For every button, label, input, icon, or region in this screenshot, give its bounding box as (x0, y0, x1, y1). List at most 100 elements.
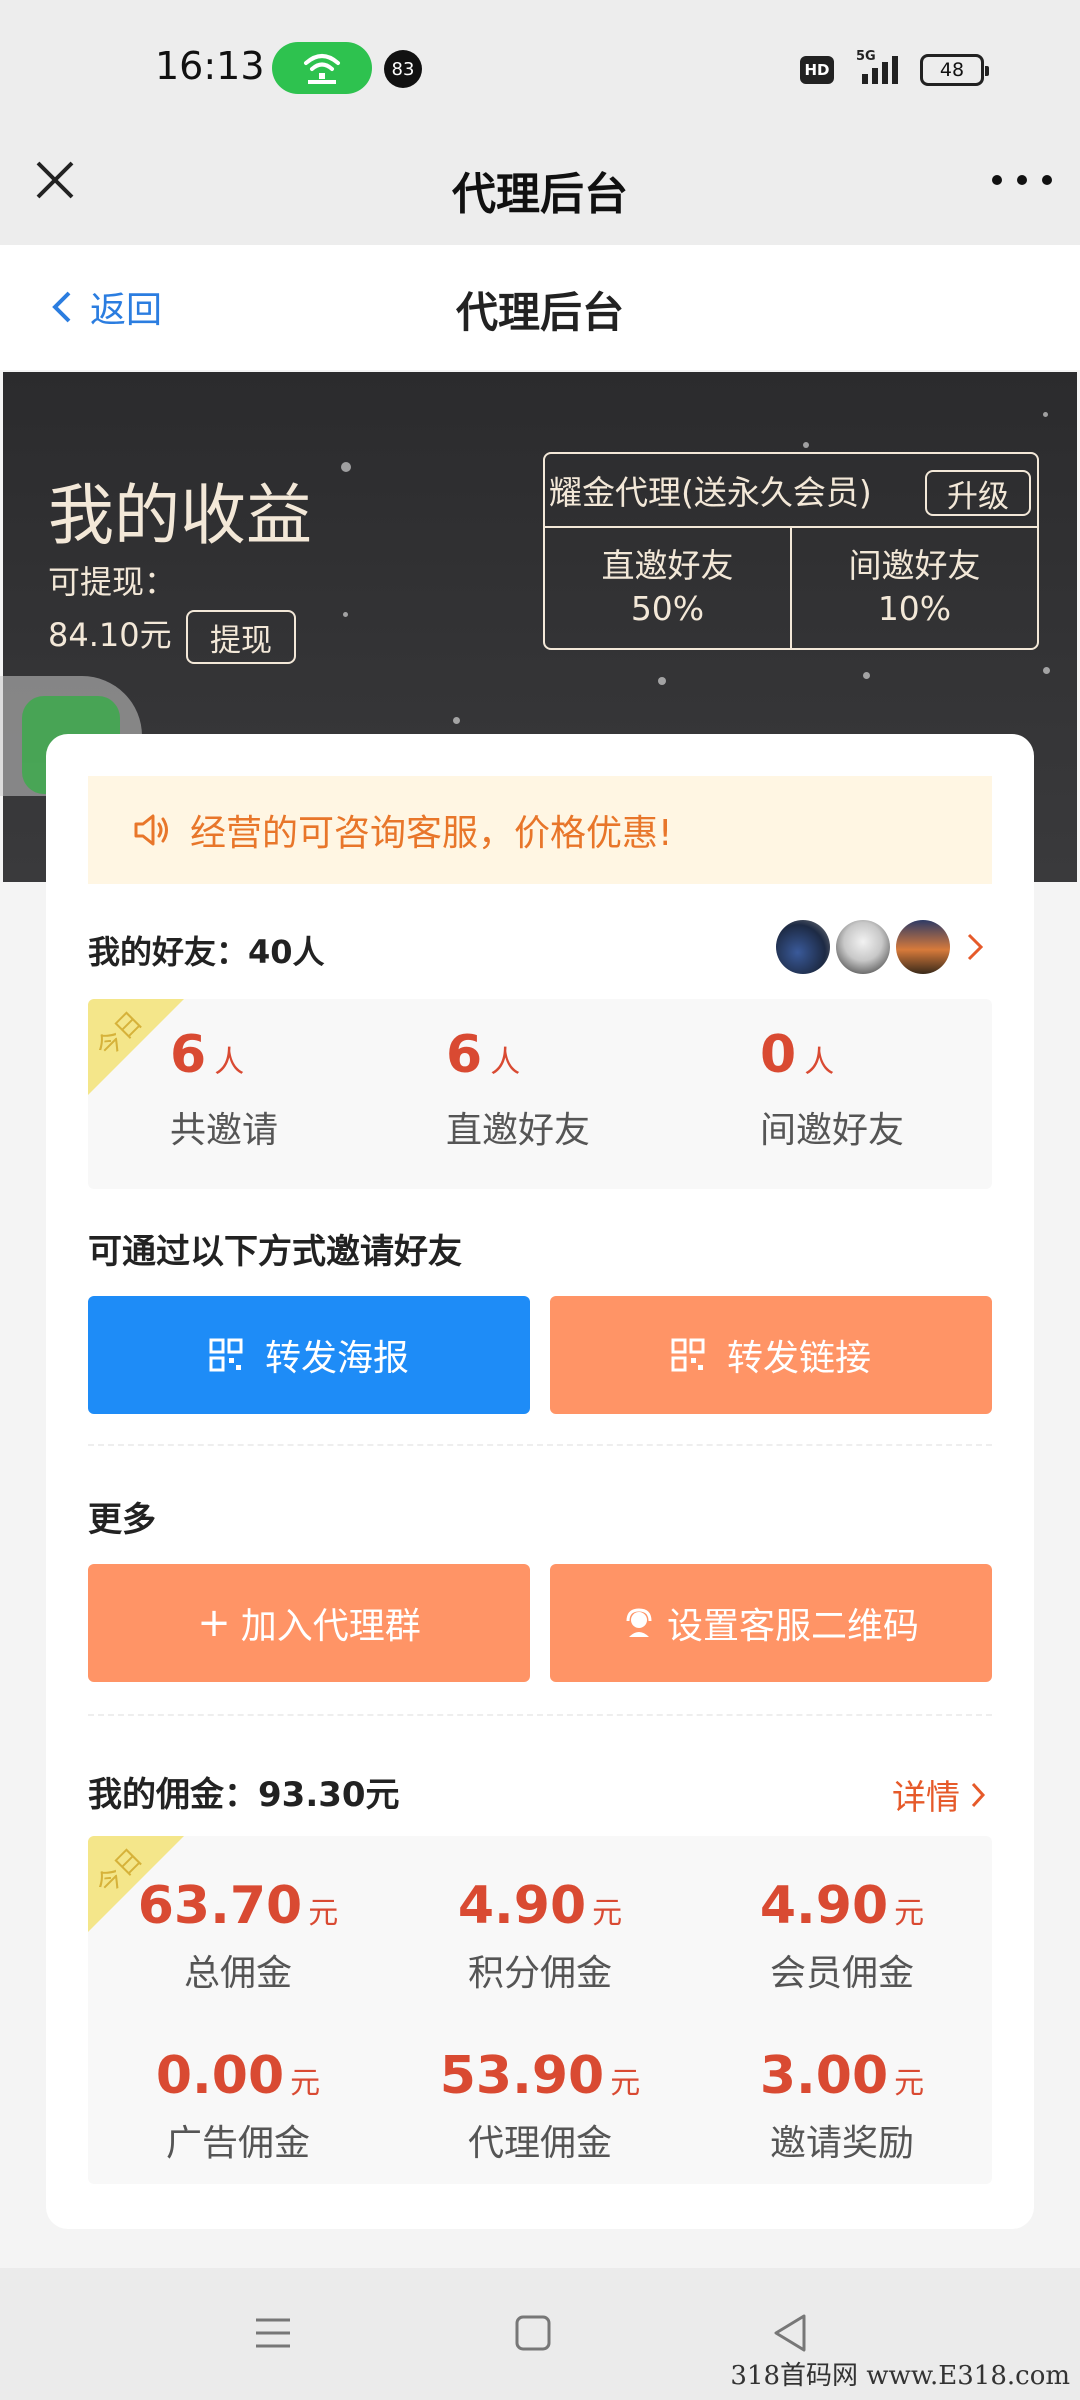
status-time: 16:13 (155, 44, 265, 88)
join-agent-group-label: 加入代理群 (240, 1606, 421, 1647)
friend-avatars (776, 920, 984, 974)
star-decoration (453, 717, 460, 724)
indirect-invite-rate: 10% (877, 589, 952, 628)
more-heading: 更多 (88, 1500, 156, 1540)
detail-label: 详情 (892, 1778, 960, 1818)
signal-5g-icon: 5G (856, 49, 898, 84)
menu-icon[interactable] (248, 2308, 298, 2358)
commission-stats-box: 今日 63.70 元 总佣金 4.90 元 积分佣金 4.90 元 会员佣金 0.00… (88, 1836, 992, 2184)
commission-agent: 53.90 元 代理佣金 (390, 2046, 690, 2166)
stat-label: 共邀请 (170, 1110, 279, 1151)
webview-title: 代理后台 (452, 169, 628, 220)
chevron-right-icon (971, 1782, 986, 1807)
stat-value: 6 (170, 1025, 207, 1085)
star-decoration (1043, 412, 1048, 417)
withdrawable-amount: 84.10元 (48, 616, 172, 654)
page-nav: 返回 代理后台 (0, 245, 1080, 370)
commission-unit: 元 (308, 1896, 339, 1931)
star-decoration (341, 462, 351, 472)
commission-value: 63.70 (137, 1876, 303, 1936)
more-icon[interactable] (992, 160, 1052, 200)
stat-unit: 人 (804, 1045, 835, 1080)
commission-member: 4.90 元 会员佣金 (692, 1876, 992, 1996)
wifi-icon (304, 54, 340, 84)
share-link-button[interactable]: 转发链接 (550, 1296, 992, 1414)
withdrawable-label: 可提现： (48, 563, 177, 601)
star-decoration (343, 612, 348, 617)
commission-unit: 元 (894, 1896, 925, 1931)
agent-level-box: 耀金代理(送永久会员) 升级 直邀好友 50% 间邀好友 10% (543, 452, 1039, 650)
commission-item-label: 总佣金 (183, 1953, 292, 1994)
notification-badge: 83 (384, 50, 422, 88)
commission-value: 3.00 (759, 2046, 889, 2106)
commission-total: 63.70 元 总佣金 (88, 1876, 388, 1996)
commission-item-label: 积分佣金 (467, 1953, 612, 1994)
commission-unit: 元 (592, 1896, 623, 1931)
stat-unit: 人 (490, 1045, 521, 1080)
star-decoration (803, 442, 809, 448)
home-icon[interactable] (508, 2308, 558, 2358)
share-poster-button[interactable]: 转发海报 (88, 1296, 530, 1414)
system-nav-bar: 318首码网 www.E318.com (0, 2268, 1080, 2400)
commission-amount: 93.30元 (258, 1774, 400, 1815)
commission-detail-link[interactable]: 详情 (892, 1770, 986, 1819)
avatar (836, 920, 890, 974)
my-commission-row: 我的佣金： 93.30元 详情 (88, 1756, 992, 1826)
share-link-label: 转发链接 (726, 1338, 871, 1379)
stat-indirect-invited: 0人 间邀好友 (760, 1025, 992, 1153)
network-label: 5G (856, 49, 876, 64)
stat-value: 0 (760, 1025, 797, 1085)
indirect-invite-label: 间邀好友 (848, 546, 981, 586)
stat-label: 间邀好友 (760, 1110, 905, 1151)
indirect-invite-rate-cell: 间邀好友 10% (790, 528, 1037, 648)
withdraw-button[interactable]: 提现 (186, 610, 296, 664)
direct-invite-rate-cell: 直邀好友 50% (545, 528, 790, 648)
watermark: 318首码网 www.E318.com (730, 2361, 1070, 2391)
commission-value: 0.00 (155, 2046, 285, 2106)
commission-item-label: 代理佣金 (467, 2123, 612, 2164)
commission-ads: 0.00 元 广告佣金 (88, 2046, 388, 2166)
notice-text: 经营的可咨询客服，价格优惠! (190, 813, 673, 854)
commission-item-label: 邀请奖励 (769, 2123, 914, 2164)
status-bar: 16:13 83 HD 5G 48 (0, 0, 1080, 130)
invite-heading: 可通过以下方式邀请好友 (88, 1232, 462, 1272)
notice-banner: 经营的可咨询客服，价格优惠! (88, 776, 992, 884)
earnings-title: 我的收益 (48, 477, 312, 554)
commission-invite-reward: 3.00 元 邀请奖励 (692, 2046, 992, 2166)
webview-title-bar: 代理后台 (0, 130, 1080, 245)
qr-code-icon (209, 1338, 243, 1372)
back-triangle-icon[interactable] (766, 2308, 816, 2358)
qr-code-icon (671, 1338, 705, 1372)
commission-item-label: 会员佣金 (769, 1953, 914, 1994)
commission-unit: 元 (894, 2066, 925, 2101)
commission-item-label: 广告佣金 (165, 2123, 310, 2164)
main-card: 经营的可咨询客服，价格优惠! 我的好友： 40人 今日 6人 共邀请 6人 直邀… (46, 734, 1034, 2229)
friends-count: 40人 (248, 933, 325, 971)
upgrade-button[interactable]: 升级 (925, 470, 1031, 516)
commission-value: 4.90 (759, 1876, 889, 1936)
join-agent-group-button[interactable]: + 加入代理群 (88, 1564, 530, 1682)
share-poster-label: 转发海报 (264, 1338, 409, 1379)
friend-stats-box: 今日 6人 共邀请 6人 直邀好友 0人 间邀好友 (88, 999, 992, 1189)
stat-unit: 人 (214, 1045, 245, 1080)
stat-direct-invited: 6人 直邀好友 (446, 1025, 706, 1153)
page-title: 代理后台 (455, 288, 624, 337)
stat-label: 直邀好友 (446, 1110, 591, 1151)
speaker-icon (134, 814, 168, 846)
avatar (896, 920, 950, 974)
set-service-qr-button[interactable]: 设置客服二维码 (550, 1564, 992, 1682)
my-friends-row[interactable]: 我的好友： 40人 (88, 914, 992, 986)
commission-value: 4.90 (457, 1876, 587, 1936)
direct-invite-label: 直邀好友 (601, 546, 734, 586)
stat-total-invited: 6人 共邀请 (170, 1025, 430, 1153)
set-service-qr-label: 设置客服二维码 (666, 1606, 919, 1647)
commission-unit: 元 (290, 2066, 321, 2101)
divider (88, 1714, 992, 1716)
star-decoration (658, 677, 666, 685)
customer-service-icon (626, 1608, 652, 1637)
star-decoration (863, 672, 870, 679)
avatar (776, 920, 830, 974)
wifi-hotspot-pill[interactable] (272, 42, 372, 94)
agent-level-label: 耀金代理(送永久会员) (549, 473, 872, 512)
commission-value: 53.90 (439, 2046, 605, 2106)
